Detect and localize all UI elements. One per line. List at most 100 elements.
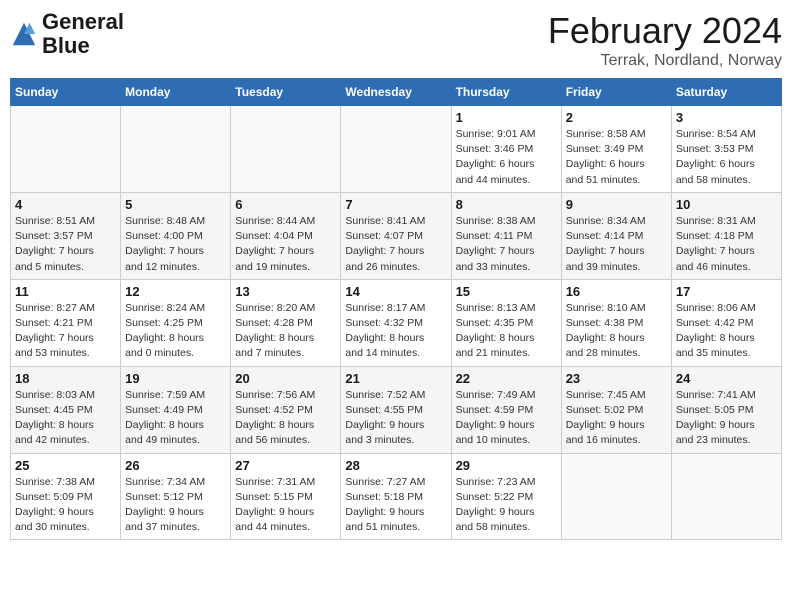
calendar-week-row: 11 Sunrise: 8:27 AM Sunset: 4:21 PM Dayli… bbox=[11, 279, 782, 366]
day-info: Sunrise: 7:41 AM Sunset: 5:05 PM Dayligh… bbox=[676, 388, 777, 449]
day-info: Sunrise: 7:56 AM Sunset: 4:52 PM Dayligh… bbox=[235, 388, 336, 449]
day-info: Sunrise: 8:03 AM Sunset: 4:45 PM Dayligh… bbox=[15, 388, 116, 449]
calendar-table: SundayMondayTuesdayWednesdayThursdayFrid… bbox=[10, 78, 782, 540]
day-number: 7 bbox=[345, 197, 446, 212]
day-info: Sunrise: 8:17 AM Sunset: 4:32 PM Dayligh… bbox=[345, 301, 446, 362]
day-info: Sunrise: 8:58 AM Sunset: 3:49 PM Dayligh… bbox=[566, 127, 667, 188]
calendar-cell: 1 Sunrise: 9:01 AM Sunset: 3:46 PM Daylig… bbox=[451, 106, 561, 193]
logo: General Blue bbox=[10, 10, 124, 58]
day-number: 6 bbox=[235, 197, 336, 212]
calendar-week-row: 18 Sunrise: 8:03 AM Sunset: 4:45 PM Dayli… bbox=[11, 366, 782, 453]
calendar-cell: 13 Sunrise: 8:20 AM Sunset: 4:28 PM Dayli… bbox=[231, 279, 341, 366]
title-area: February 2024 Terrak, Nordland, Norway bbox=[548, 10, 782, 70]
calendar-cell: 29Sunrise: 7:23 AM Sunset: 5:22 PM Dayli… bbox=[451, 453, 561, 540]
day-of-week-header: Thursday bbox=[451, 79, 561, 106]
calendar-cell: 20 Sunrise: 7:56 AM Sunset: 4:52 PM Dayli… bbox=[231, 366, 341, 453]
logo-icon bbox=[10, 20, 38, 48]
calendar-cell: 21 Sunrise: 7:52 AM Sunset: 4:55 PM Dayli… bbox=[341, 366, 451, 453]
day-number: 8 bbox=[456, 197, 557, 212]
calendar-cell: 28 Sunrise: 7:27 AM Sunset: 5:18 PM Dayli… bbox=[341, 453, 451, 540]
day-number: 13 bbox=[235, 284, 336, 299]
calendar-cell: 3Sunrise: 8:54 AM Sunset: 3:53 PM Daylig… bbox=[671, 106, 781, 193]
calendar-cell: 17Sunrise: 8:06 AM Sunset: 4:42 PM Dayli… bbox=[671, 279, 781, 366]
day-info: Sunrise: 7:45 AM Sunset: 5:02 PM Dayligh… bbox=[566, 388, 667, 449]
day-info: Sunrise: 8:13 AM Sunset: 4:35 PM Dayligh… bbox=[456, 301, 557, 362]
day-info: Sunrise: 7:34 AM Sunset: 5:12 PM Dayligh… bbox=[125, 475, 226, 536]
day-number: 3 bbox=[676, 110, 777, 125]
calendar-cell: 25Sunrise: 7:38 AM Sunset: 5:09 PM Dayli… bbox=[11, 453, 121, 540]
day-info: Sunrise: 7:52 AM Sunset: 4:55 PM Dayligh… bbox=[345, 388, 446, 449]
calendar-cell: 10 Sunrise: 8:31 AM Sunset: 4:18 PM Dayli… bbox=[671, 192, 781, 279]
day-number: 28 bbox=[345, 458, 446, 473]
calendar-cell: 2 Sunrise: 8:58 AM Sunset: 3:49 PM Daylig… bbox=[561, 106, 671, 193]
day-info: Sunrise: 8:48 AM Sunset: 4:00 PM Dayligh… bbox=[125, 214, 226, 275]
day-info: Sunrise: 8:24 AM Sunset: 4:25 PM Dayligh… bbox=[125, 301, 226, 362]
day-number: 18 bbox=[15, 371, 116, 386]
day-info: Sunrise: 8:41 AM Sunset: 4:07 PM Dayligh… bbox=[345, 214, 446, 275]
day-number: 27 bbox=[235, 458, 336, 473]
calendar-cell: 16Sunrise: 8:10 AM Sunset: 4:38 PM Dayli… bbox=[561, 279, 671, 366]
day-number: 19 bbox=[125, 371, 226, 386]
day-info: Sunrise: 8:51 AM Sunset: 3:57 PM Dayligh… bbox=[15, 214, 116, 275]
calendar-week-row: 4 Sunrise: 8:51 AM Sunset: 3:57 PM Daylig… bbox=[11, 192, 782, 279]
calendar-cell: 23 Sunrise: 7:45 AM Sunset: 5:02 PM Dayli… bbox=[561, 366, 671, 453]
day-number: 12 bbox=[125, 284, 226, 299]
day-info: Sunrise: 7:31 AM Sunset: 5:15 PM Dayligh… bbox=[235, 475, 336, 536]
day-number: 1 bbox=[456, 110, 557, 125]
calendar-cell: 19 Sunrise: 7:59 AM Sunset: 4:49 PM Dayli… bbox=[121, 366, 231, 453]
day-info: Sunrise: 7:27 AM Sunset: 5:18 PM Dayligh… bbox=[345, 475, 446, 536]
calendar-cell: 18 Sunrise: 8:03 AM Sunset: 4:45 PM Dayli… bbox=[11, 366, 121, 453]
day-number: 5 bbox=[125, 197, 226, 212]
day-info: Sunrise: 8:31 AM Sunset: 4:18 PM Dayligh… bbox=[676, 214, 777, 275]
calendar-cell: 22Sunrise: 7:49 AM Sunset: 4:59 PM Dayli… bbox=[451, 366, 561, 453]
day-info: Sunrise: 7:38 AM Sunset: 5:09 PM Dayligh… bbox=[15, 475, 116, 536]
calendar-cell bbox=[671, 453, 781, 540]
calendar-cell bbox=[11, 106, 121, 193]
day-number: 11 bbox=[15, 284, 116, 299]
day-number: 10 bbox=[676, 197, 777, 212]
day-of-week-header: Sunday bbox=[11, 79, 121, 106]
day-info: Sunrise: 8:34 AM Sunset: 4:14 PM Dayligh… bbox=[566, 214, 667, 275]
calendar-cell: 5 Sunrise: 8:48 AM Sunset: 4:00 PM Daylig… bbox=[121, 192, 231, 279]
day-info: Sunrise: 8:44 AM Sunset: 4:04 PM Dayligh… bbox=[235, 214, 336, 275]
calendar-cell: 11 Sunrise: 8:27 AM Sunset: 4:21 PM Dayli… bbox=[11, 279, 121, 366]
calendar-cell: 27 Sunrise: 7:31 AM Sunset: 5:15 PM Dayli… bbox=[231, 453, 341, 540]
day-number: 22 bbox=[456, 371, 557, 386]
calendar-cell: 26 Sunrise: 7:34 AM Sunset: 5:12 PM Dayli… bbox=[121, 453, 231, 540]
day-number: 15 bbox=[456, 284, 557, 299]
day-info: Sunrise: 8:27 AM Sunset: 4:21 PM Dayligh… bbox=[15, 301, 116, 362]
calendar-cell: 8 Sunrise: 8:38 AM Sunset: 4:11 PM Daylig… bbox=[451, 192, 561, 279]
day-info: Sunrise: 8:10 AM Sunset: 4:38 PM Dayligh… bbox=[566, 301, 667, 362]
day-number: 4 bbox=[15, 197, 116, 212]
calendar-cell: 7 Sunrise: 8:41 AM Sunset: 4:07 PM Daylig… bbox=[341, 192, 451, 279]
calendar-cell: 24 Sunrise: 7:41 AM Sunset: 5:05 PM Dayli… bbox=[671, 366, 781, 453]
calendar-cell: 14 Sunrise: 8:17 AM Sunset: 4:32 PM Dayli… bbox=[341, 279, 451, 366]
day-of-week-header: Tuesday bbox=[231, 79, 341, 106]
day-number: 2 bbox=[566, 110, 667, 125]
day-of-week-header: Friday bbox=[561, 79, 671, 106]
calendar-cell: 4 Sunrise: 8:51 AM Sunset: 3:57 PM Daylig… bbox=[11, 192, 121, 279]
day-of-week-header: Wednesday bbox=[341, 79, 451, 106]
day-number: 23 bbox=[566, 371, 667, 386]
day-info: Sunrise: 8:20 AM Sunset: 4:28 PM Dayligh… bbox=[235, 301, 336, 362]
calendar-cell bbox=[231, 106, 341, 193]
day-number: 21 bbox=[345, 371, 446, 386]
day-info: Sunrise: 8:38 AM Sunset: 4:11 PM Dayligh… bbox=[456, 214, 557, 275]
calendar-cell bbox=[561, 453, 671, 540]
day-info: Sunrise: 7:23 AM Sunset: 5:22 PM Dayligh… bbox=[456, 475, 557, 536]
day-number: 9 bbox=[566, 197, 667, 212]
header: General Blue February 2024 Terrak, Nordl… bbox=[10, 10, 782, 70]
day-number: 24 bbox=[676, 371, 777, 386]
day-of-week-header: Saturday bbox=[671, 79, 781, 106]
day-of-week-header: Monday bbox=[121, 79, 231, 106]
calendar-cell: 6 Sunrise: 8:44 AM Sunset: 4:04 PM Daylig… bbox=[231, 192, 341, 279]
calendar-cell bbox=[341, 106, 451, 193]
day-info: Sunrise: 9:01 AM Sunset: 3:46 PM Dayligh… bbox=[456, 127, 557, 188]
day-number: 14 bbox=[345, 284, 446, 299]
calendar-body: 1 Sunrise: 9:01 AM Sunset: 3:46 PM Daylig… bbox=[11, 106, 782, 540]
calendar-header: SundayMondayTuesdayWednesdayThursdayFrid… bbox=[11, 79, 782, 106]
day-info: Sunrise: 7:59 AM Sunset: 4:49 PM Dayligh… bbox=[125, 388, 226, 449]
day-number: 26 bbox=[125, 458, 226, 473]
day-info: Sunrise: 8:06 AM Sunset: 4:42 PM Dayligh… bbox=[676, 301, 777, 362]
day-number: 20 bbox=[235, 371, 336, 386]
